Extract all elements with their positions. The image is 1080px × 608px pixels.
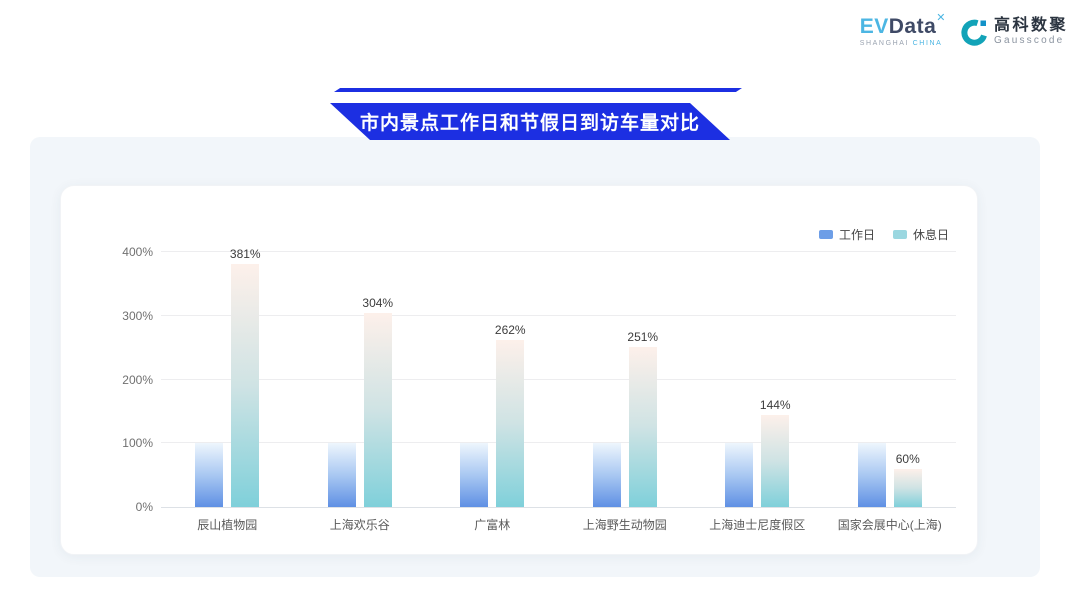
header-logos: EVData✕ SHANGHAI CHINA 高科数聚 Gausscode <box>860 16 1068 47</box>
bar-pair: 304% <box>328 313 392 507</box>
y-tick-label: 100% <box>95 436 153 450</box>
bar-休息日: 262% <box>496 340 524 507</box>
plot-area: 0%100%200%300%400% 381%辰山植物园304%上海欢乐谷262… <box>161 252 956 508</box>
bar-pair: 381% <box>195 264 259 507</box>
bar-group: 262%广富林 <box>426 252 559 507</box>
page: EVData✕ SHANGHAI CHINA 高科数聚 Gausscode 市内… <box>0 0 1080 608</box>
bar-value-label: 381% <box>230 247 261 261</box>
y-tick-label: 200% <box>95 373 153 387</box>
bar-工作日 <box>858 443 886 507</box>
bar-group: 381%辰山植物园 <box>161 252 294 507</box>
category-label: 国家会展中心(上海) <box>824 516 957 533</box>
bar-休息日: 381% <box>231 264 259 507</box>
legend-item[interactable]: 工作日 <box>819 226 875 243</box>
category-label: 辰山植物园 <box>161 516 294 533</box>
bar-value-label: 60% <box>896 452 920 466</box>
evdata-ev-text: EV <box>860 15 889 38</box>
bar-工作日 <box>725 443 753 507</box>
bar-group: 304%上海欢乐谷 <box>294 252 427 507</box>
legend-swatch <box>819 230 833 239</box>
bar-group: 251%上海野生动物园 <box>559 252 692 507</box>
bar-工作日 <box>593 443 621 507</box>
bar-工作日 <box>328 443 356 507</box>
bar-value-label: 251% <box>627 330 658 344</box>
legend-swatch <box>893 230 907 239</box>
gausscode-text: 高科数聚 Gausscode <box>994 17 1068 46</box>
gausscode-logo: 高科数聚 Gausscode <box>960 17 1068 46</box>
bar-pair: 262% <box>460 340 524 507</box>
evdata-wordmark: EVData✕ <box>860 16 946 37</box>
bar-value-label: 304% <box>362 296 393 310</box>
y-tick-label: 0% <box>95 500 153 514</box>
title-banner: 市内景点工作日和节假日到访车量对比 <box>330 103 730 140</box>
y-axis-labels: 0%100%200%300%400% <box>95 252 153 507</box>
bar-休息日: 60% <box>894 469 922 507</box>
bar-休息日: 251% <box>629 347 657 507</box>
bar-value-label: 144% <box>760 398 791 412</box>
bar-工作日 <box>195 443 223 507</box>
bar-group: 144%上海迪士尼度假区 <box>691 252 824 507</box>
bar-休息日: 144% <box>761 415 789 507</box>
bar-工作日 <box>460 443 488 507</box>
category-label: 广富林 <box>426 516 559 533</box>
evdata-subtitle: SHANGHAI CHINA <box>860 40 946 47</box>
bar-group: 60%国家会展中心(上海) <box>824 252 957 507</box>
legend-item[interactable]: 休息日 <box>893 226 949 243</box>
banner-accent-line <box>334 88 742 92</box>
evdata-subtitle-left: SHANGHAI <box>860 40 909 47</box>
chart-legend: 工作日 休息日 <box>819 226 949 243</box>
category-label: 上海欢乐谷 <box>294 516 427 533</box>
y-tick-label: 400% <box>95 245 153 259</box>
evdata-subtitle-right: CHINA <box>913 40 943 47</box>
bar-休息日: 304% <box>364 313 392 507</box>
bar-pair: 144% <box>725 415 789 507</box>
gausscode-en-name: Gausscode <box>994 35 1068 46</box>
category-label: 上海野生动物园 <box>559 516 692 533</box>
chart-card: 工作日休息日 0%100%200%300%400% 381%辰山植物园304%上… <box>60 185 978 555</box>
bar-groups: 381%辰山植物园304%上海欢乐谷262%广富林251%上海野生动物园144%… <box>161 252 956 507</box>
page-title: 市内景点工作日和节假日到访车量对比 <box>360 108 700 135</box>
evdata-x-icon: ✕ <box>936 12 946 24</box>
gausscode-cn-name: 高科数聚 <box>994 17 1068 35</box>
bar-pair: 251% <box>593 347 657 507</box>
evdata-logo: EVData✕ SHANGHAI CHINA <box>860 16 946 47</box>
legend-label: 工作日 <box>839 226 875 243</box>
category-label: 上海迪士尼度假区 <box>691 516 824 533</box>
bar-value-label: 262% <box>495 323 526 337</box>
legend-label: 休息日 <box>913 226 949 243</box>
y-tick-label: 300% <box>95 309 153 323</box>
evdata-data-text: Data <box>889 15 937 38</box>
bar-pair: 60% <box>858 443 922 507</box>
gausscode-g-icon <box>960 18 988 46</box>
